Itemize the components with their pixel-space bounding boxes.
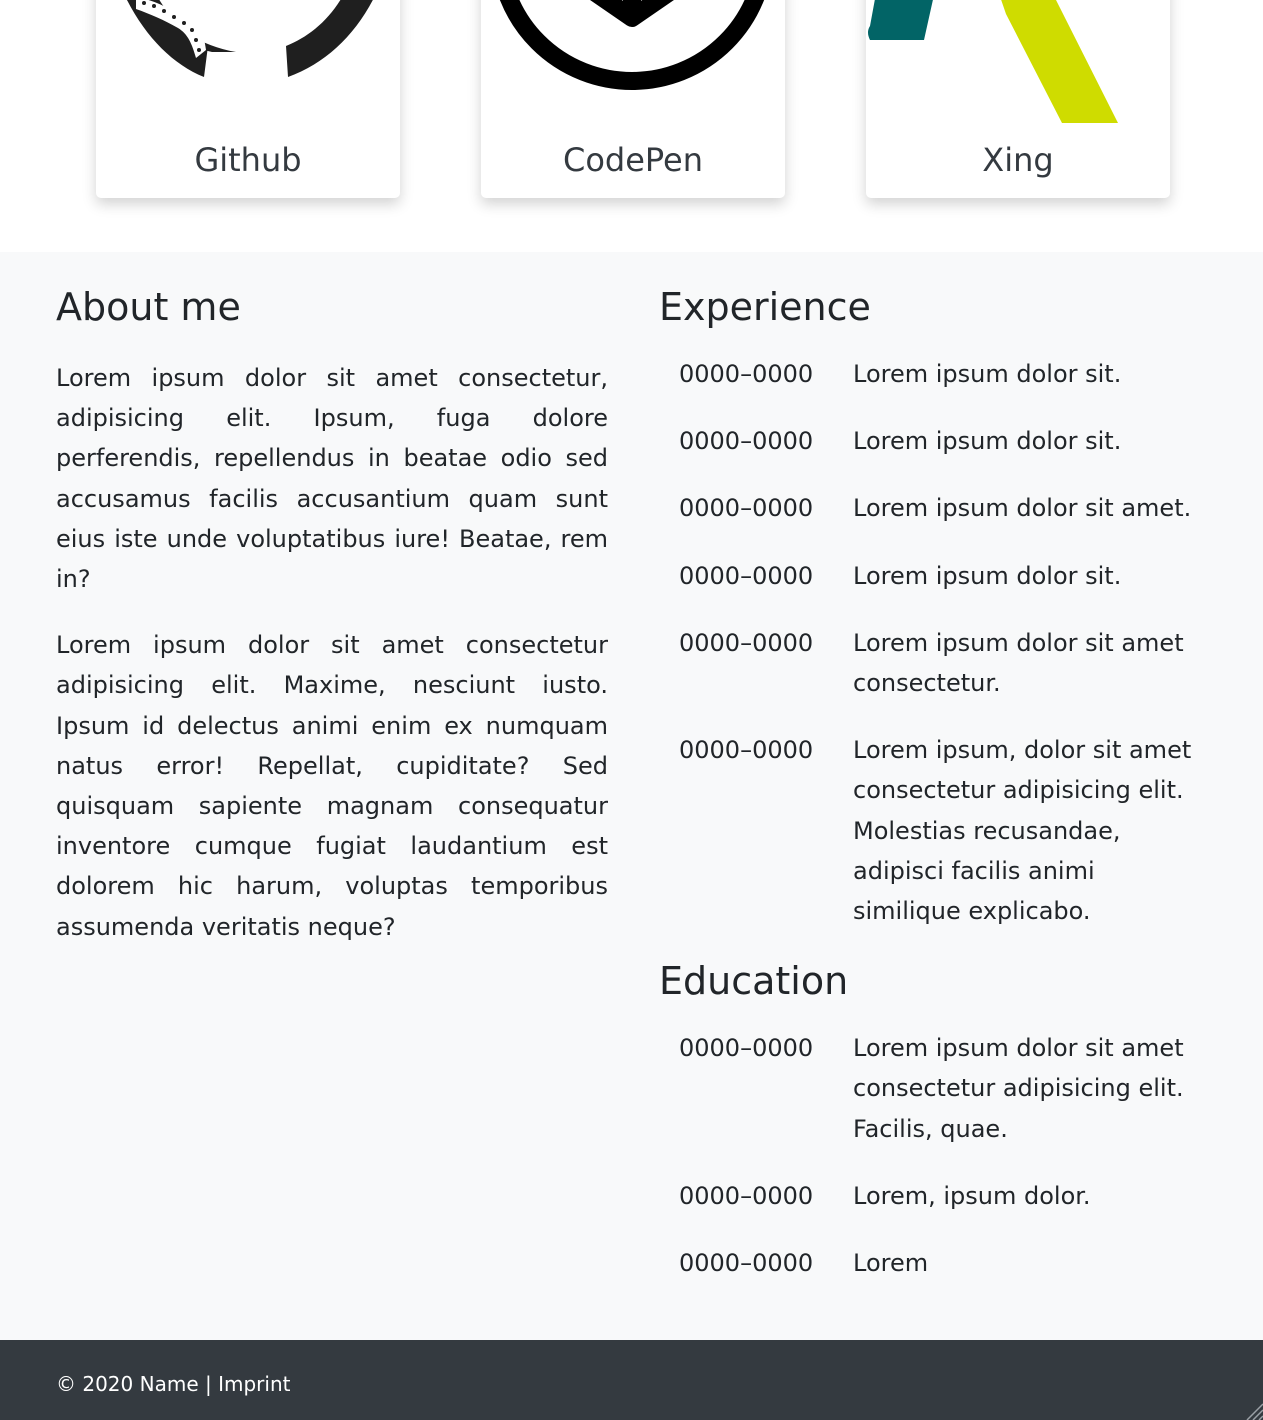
experience-description: Lorem ipsum dolor sit. bbox=[853, 427, 1122, 456]
experience-date: 0000–0000 bbox=[679, 360, 814, 388]
experience-description: Lorem ipsum dolor sit amet consectetur. bbox=[853, 628, 1184, 698]
copyright-text: © 2020 Name bbox=[56, 1372, 199, 1396]
experience-date: 0000–0000 bbox=[679, 628, 814, 657]
education-item: 0000–0000 Lorem, ipsum dolor. bbox=[659, 1176, 1219, 1216]
education-description: Lorem bbox=[853, 1249, 929, 1278]
about-paragraph: Lorem ipsum dolor sit amet consectetur, … bbox=[56, 364, 608, 594]
codepen-label: CodePen bbox=[562, 141, 704, 179]
experience-list: 0000–0000 Lorem ipsum dolor sit. 0000–00… bbox=[659, 354, 1219, 931]
education-heading: Education bbox=[659, 959, 849, 1004]
experience-description: Lorem ipsum, dolor sit amet consectetur … bbox=[853, 736, 1192, 926]
github-label: Github bbox=[194, 141, 302, 179]
experience-description: Lorem ipsum dolor sit. bbox=[853, 561, 1122, 590]
experience-description: Lorem ipsum dolor sit. bbox=[853, 360, 1122, 388]
resume-section: About me Lorem ipsum dolor sit amet cons… bbox=[0, 252, 1263, 1340]
experience-date: 0000–0000 bbox=[679, 427, 814, 456]
github-octocat-icon bbox=[127, 0, 373, 77]
codepen-card[interactable]: CodePen bbox=[481, 0, 785, 198]
experience-item: 0000–0000 Lorem ipsum dolor sit. bbox=[659, 556, 1219, 596]
xing-icon bbox=[868, 0, 1118, 123]
experience-date: 0000–0000 bbox=[679, 736, 814, 765]
experience-heading: Experience bbox=[659, 285, 871, 329]
experience-date: 0000–0000 bbox=[679, 561, 814, 590]
profile-links-section: Github CodePen Xing bbox=[0, 0, 1263, 252]
education-description: Lorem, ipsum dolor. bbox=[853, 1181, 1091, 1210]
imprint-link[interactable]: Imprint bbox=[218, 1372, 290, 1396]
footer-separator: | bbox=[204, 1372, 212, 1396]
education-list: 0000–0000 Lorem ipsum dolor sit amet con… bbox=[659, 1028, 1219, 1283]
github-card[interactable]: Github bbox=[96, 0, 400, 198]
xing-label: Xing bbox=[982, 141, 1054, 179]
footer-text: © 2020 Name | Imprint bbox=[56, 1370, 290, 1398]
resize-grip-icon[interactable] bbox=[1243, 1400, 1263, 1420]
experience-item: 0000–0000 Lorem ipsum dolor sit. bbox=[659, 354, 1219, 394]
page-footer: © 2020 Name | Imprint bbox=[0, 1340, 1263, 1420]
education-date: 0000–0000 bbox=[679, 1181, 814, 1210]
experience-item: 0000–0000 Lorem ipsum dolor sit. bbox=[659, 421, 1219, 461]
education-item: 0000–0000 Lorem ipsum dolor sit amet con… bbox=[659, 1028, 1219, 1149]
codepen-icon bbox=[499, 0, 765, 90]
experience-item: 0000–0000 Lorem ipsum, dolor sit amet co… bbox=[659, 730, 1219, 931]
education-item: 0000–0000 Lorem bbox=[659, 1243, 1219, 1283]
xing-card[interactable]: Xing bbox=[866, 0, 1170, 198]
about-paragraph: Lorem ipsum dolor sit amet consectetur a… bbox=[56, 631, 608, 941]
education-date: 0000–0000 bbox=[679, 1249, 814, 1278]
education-date: 0000–0000 bbox=[679, 1034, 814, 1063]
education-description: Lorem ipsum dolor sit amet consectetur a… bbox=[853, 1034, 1184, 1143]
experience-item: 0000–0000 Lorem ipsum dolor sit amet con… bbox=[659, 623, 1219, 703]
experience-item: 0000–0000 Lorem ipsum dolor sit amet. bbox=[659, 488, 1219, 528]
experience-description: Lorem ipsum dolor sit amet. bbox=[853, 494, 1192, 523]
experience-date: 0000–0000 bbox=[679, 494, 814, 523]
timeline-column: Experience 0000–0000 Lorem ipsum dolor s… bbox=[659, 284, 1219, 1310]
about-column: About me Lorem ipsum dolor sit amet cons… bbox=[56, 284, 608, 947]
about-heading: About me bbox=[56, 285, 241, 329]
